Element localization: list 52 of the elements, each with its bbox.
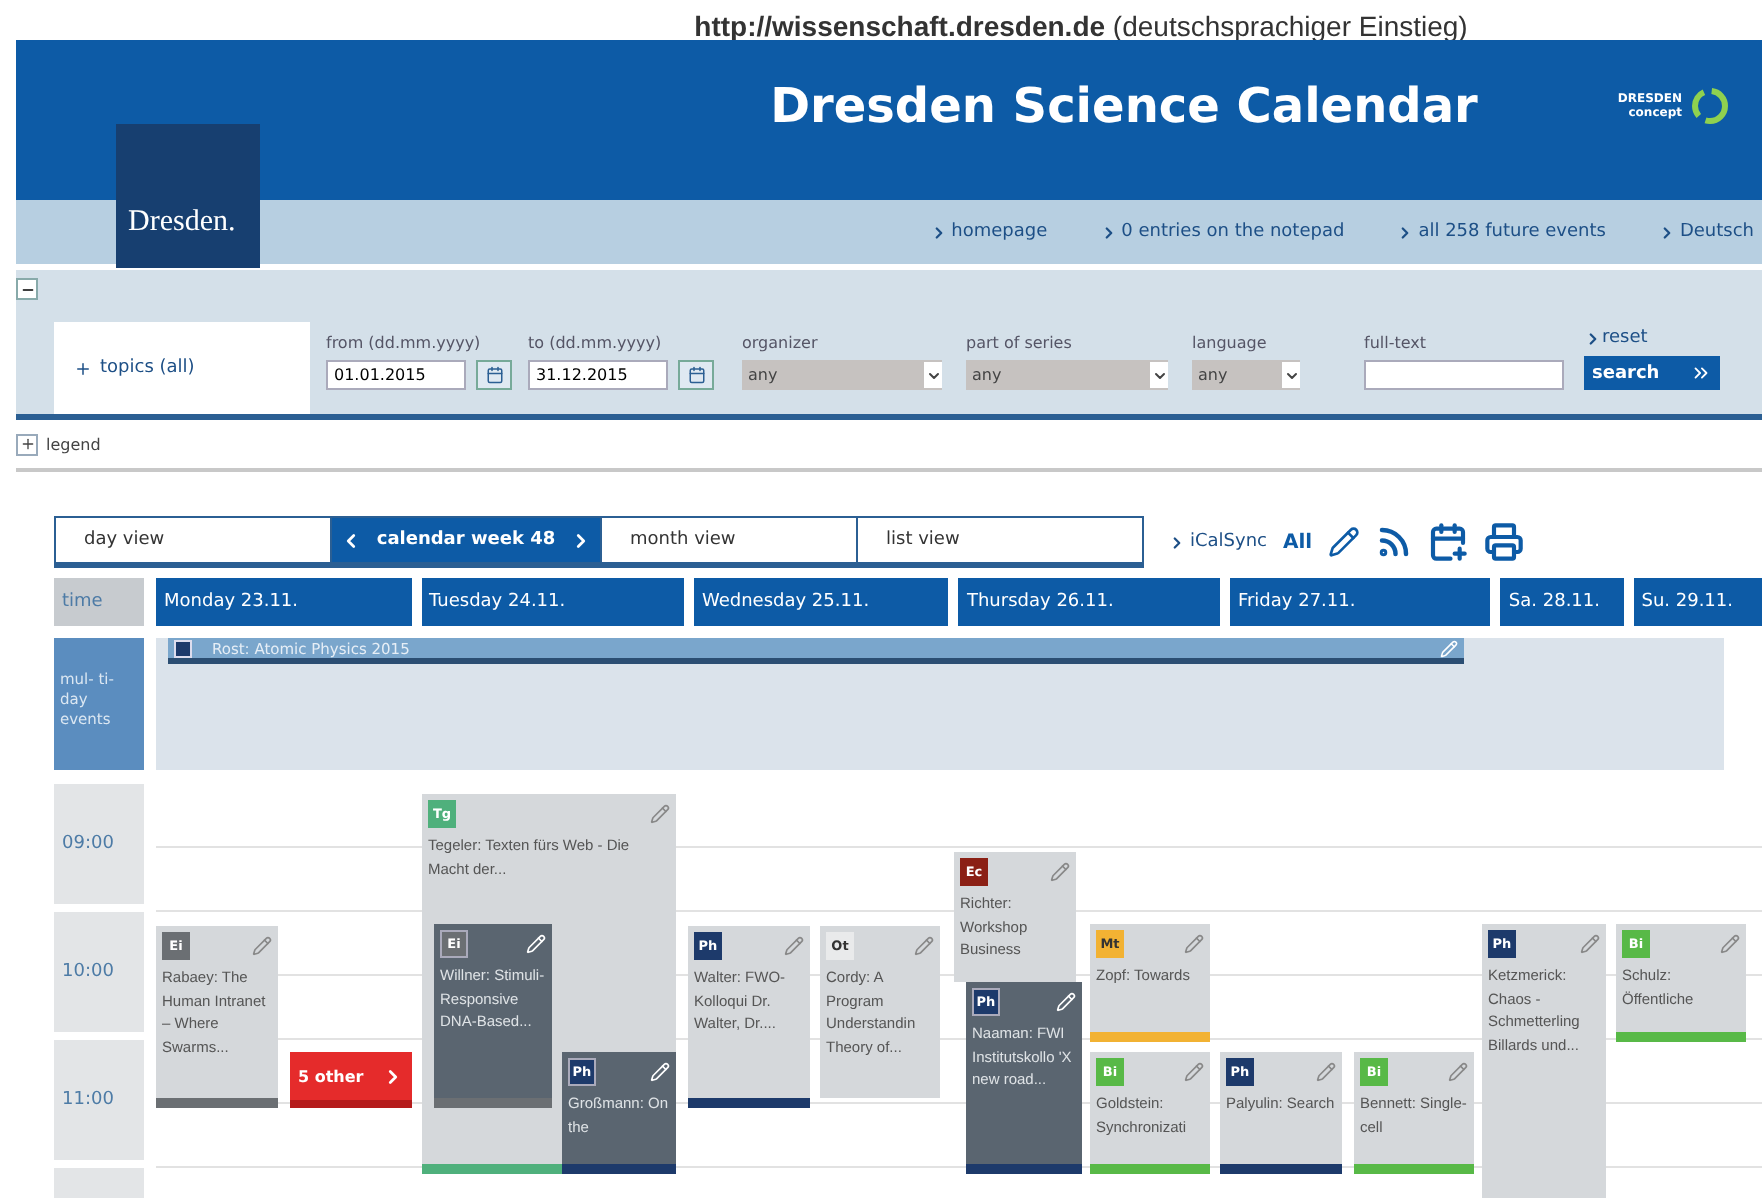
day-header: Monday 23.11. — [156, 578, 412, 626]
fulltext-field[interactable] — [1364, 360, 1564, 390]
topics-toggle[interactable]: topics (all) — [54, 322, 310, 414]
view-tab[interactable]: calendar week 48 — [332, 518, 602, 562]
select-dropdown[interactable]: any — [966, 360, 1168, 390]
time-label: 10:00 — [54, 912, 144, 1032]
rss-icon[interactable] — [1376, 524, 1413, 560]
legend-toggle[interactable]: legend — [46, 435, 101, 453]
field-label: organizer — [742, 334, 820, 352]
more-events-button[interactable]: 5 other — [290, 1052, 412, 1108]
field-label: language — [1192, 334, 1269, 352]
city-logo: Dresden. — [116, 124, 260, 268]
calendar-icon[interactable] — [476, 360, 512, 390]
chevron-right-icon — [1584, 329, 1602, 347]
nav-link[interactable]: 0 entries on the notepad — [1099, 222, 1345, 242]
day-header: Tuesday 24.11. — [421, 578, 684, 626]
time-header: time — [54, 578, 144, 626]
day-header: Thursday 26.11. — [958, 578, 1220, 626]
pencil-icon[interactable] — [1328, 526, 1361, 558]
collapse-icon[interactable] — [16, 278, 38, 300]
field-label: part of series — [966, 334, 1074, 352]
time-label: 11:00 — [54, 1040, 144, 1160]
field-label: from (dd.mm.yyyy) — [326, 334, 483, 352]
ical-sync-link[interactable]: iCalSync — [1168, 532, 1267, 552]
calendar-icon[interactable] — [678, 360, 714, 390]
day-header: Wednesday 25.11. — [693, 578, 949, 626]
chevron-right-icon — [1168, 533, 1186, 551]
calendar-add-icon[interactable] — [1428, 522, 1469, 562]
date-field[interactable]: 01.01.2015 — [326, 360, 466, 390]
ring-logo-icon — [1690, 86, 1730, 126]
category-icon — [174, 639, 192, 657]
search-button[interactable]: search — [1584, 356, 1720, 390]
select-dropdown[interactable]: any — [1192, 360, 1300, 390]
reset-link[interactable]: reset — [1584, 328, 1720, 348]
field-label: to (dd.mm.yyyy) — [528, 334, 664, 352]
time-label: 09:00 — [54, 784, 144, 904]
day-header: Su. 29.11. — [1633, 578, 1762, 626]
print-icon[interactable] — [1484, 522, 1525, 562]
nav-link[interactable]: homepage — [929, 222, 1048, 242]
caption-text: http://wissenschaft.dresden.de (deutschsprachiger Einstieg) — [694, 12, 1468, 40]
site-title: Dresden Science Calendar — [770, 78, 1478, 134]
select-dropdown[interactable]: any — [742, 360, 942, 390]
nav-link[interactable]: Deutsch — [1657, 222, 1754, 242]
all-button[interactable]: All — [1283, 531, 1313, 553]
double-chevron-icon — [1690, 362, 1712, 384]
plus-icon — [74, 359, 92, 377]
nav-link[interactable]: all 258 future events — [1396, 222, 1606, 242]
expand-icon[interactable] — [16, 433, 38, 455]
date-field[interactable]: 31.12.2015 — [528, 360, 668, 390]
day-header: Friday 27.11. — [1229, 578, 1491, 626]
field-label: full-text — [1364, 334, 1429, 352]
day-header: Sa. 28.11. — [1500, 578, 1624, 626]
